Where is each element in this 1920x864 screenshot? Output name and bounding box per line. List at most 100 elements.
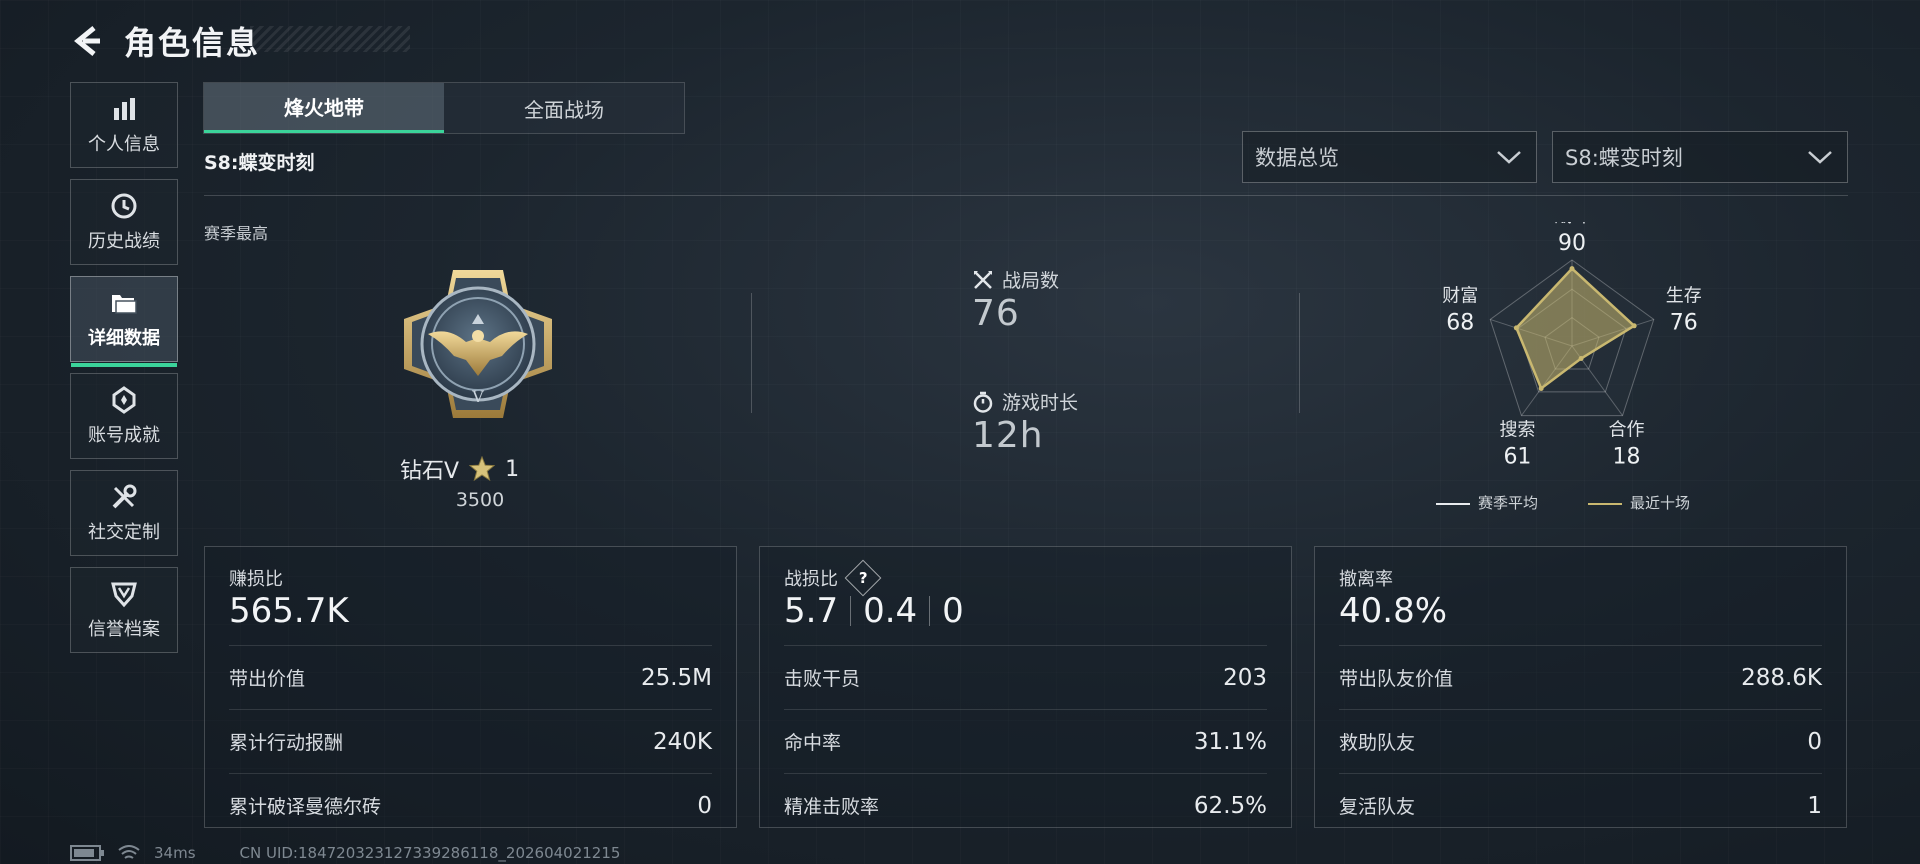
sidebar-item-achievements[interactable]: 账号成就 (70, 373, 178, 459)
row-label: 累计行动报酬 (229, 732, 344, 754)
sidebar-item-detailed-data[interactable]: 详细数据 (70, 276, 178, 367)
chevron-down-icon (1497, 151, 1521, 164)
view-select[interactable]: 数据总览 (1242, 131, 1537, 183)
sidebar-item-label: 信誉档案 (88, 619, 160, 640)
legend-label: 最近十场 (1630, 494, 1691, 512)
radar-point (1578, 356, 1584, 362)
tools-icon (109, 482, 139, 512)
divider (1299, 293, 1300, 413)
radar-axis-label: 合作 (1609, 420, 1645, 441)
card-rows: 带出价值 25.5M 累计行动报酬 240K 累计破译曼德尔砖 0 (229, 645, 712, 837)
card-title-text: 赚损比 (229, 569, 283, 590)
tab-warzone[interactable]: 烽火地带 (204, 83, 444, 133)
radar-point (1569, 266, 1575, 272)
radar-point (1513, 325, 1519, 331)
sidebar-item-label: 社交定制 (88, 522, 160, 543)
row-value: 62.5% (1193, 792, 1267, 819)
radar-axis-label: 搜索 (1499, 420, 1535, 441)
radar-axis-value: 90 (1558, 231, 1586, 256)
folder-icon (109, 288, 139, 318)
matches-value: 76 (972, 293, 1020, 334)
page-title: 角色信息 (124, 24, 261, 62)
rank-points: 3500 (455, 489, 505, 511)
playtime-label: 游戏时长 (1002, 392, 1079, 414)
season-select-value: S8:蝶变时刻 (1565, 146, 1683, 170)
card-rows: 击败干员 203 命中率 31.1% 精准击败率 62.5% (784, 645, 1267, 837)
radar-point (1631, 323, 1637, 329)
season-select[interactable]: S8:蝶变时刻 (1552, 131, 1848, 183)
card-main-value: 565.7K (229, 591, 349, 631)
radar-axis-value: 61 (1503, 445, 1531, 470)
row-value: 25.5M (640, 664, 712, 691)
extract-card: 撤离率 40.8% 带出队友价值 288.6K 救助队友 0 复活队友 1 (1314, 546, 1847, 828)
row-label: 击败干员 (784, 668, 861, 690)
radar-axis-label: 财富 (1442, 285, 1478, 306)
stopwatch-icon (973, 391, 993, 413)
legend-label: 赛季平均 (1478, 494, 1539, 512)
achievement-icon (109, 385, 139, 415)
sidebar-item-label: 个人信息 (88, 134, 160, 155)
divider (204, 195, 1848, 196)
kd-ratio-value: 0.4 (863, 591, 918, 631)
card-title: 赚损比 (229, 565, 283, 591)
radar-axis-value: 68 (1446, 310, 1474, 335)
back-button[interactable] (64, 18, 110, 64)
radar-svg: 战斗 90 生存 76 合作 18 搜索 61 财富 68 (1442, 206, 1702, 470)
legend-item-season-avg: 赛季平均 (1436, 492, 1538, 513)
card-row: 带出队友价值 288.6K (1339, 645, 1822, 709)
shield-icon (109, 579, 139, 609)
card-row: 击败干员 203 (784, 645, 1267, 709)
row-label: 命中率 (784, 732, 842, 754)
legend-item-last-ten: 最近十场 (1588, 492, 1690, 513)
rank-info: 钻石V 1 (400, 453, 570, 485)
sidebar-item-label: 账号成就 (88, 425, 160, 446)
matches-stat: 战局数 76 (972, 266, 1059, 334)
bar-chart-icon (109, 94, 139, 124)
row-label: 复活队友 (1339, 796, 1416, 818)
sidebar-item-personal-info[interactable]: 个人信息 (70, 82, 178, 168)
battery-icon (70, 845, 104, 861)
tab-full-battlefield[interactable]: 全面战场 (444, 83, 684, 133)
rank-medal-icon: V (398, 264, 558, 424)
back-arrow-icon (74, 26, 100, 56)
view-select-value: 数据总览 (1255, 146, 1339, 170)
card-row: 命中率 31.1% (784, 709, 1267, 773)
card-main-value: 40.8% (1339, 591, 1448, 631)
season-name: S8:蝶变时刻 (204, 152, 315, 174)
radar-axis-value: 18 (1613, 445, 1641, 470)
status-bar: 34ms CN UID:1847203231273392​86118_20260… (70, 844, 620, 862)
row-label: 救助队友 (1339, 732, 1416, 754)
card-row: 精准击败率 62.5% (784, 773, 1267, 837)
profit-card: 赚损比 565.7K 带出价值 25.5M 累计行动报酬 240K 累计破译曼德尔砖… (204, 546, 737, 828)
divider (751, 293, 752, 413)
row-value: 288.6K (1741, 664, 1822, 691)
sidebar-item-label: 历史战绩 (88, 231, 160, 252)
rank-name: 钻石V (400, 459, 460, 484)
card-title-text: 撤离率 (1339, 569, 1393, 590)
card-row: 累计行动报酬 240K (229, 709, 712, 773)
sidebar-item-label: 详细数据 (88, 328, 160, 349)
ping-value: 34ms (154, 844, 196, 862)
row-value: 31.1% (1193, 728, 1267, 755)
separator (929, 596, 931, 626)
sidebar-item-reputation[interactable]: 信誉档案 (70, 567, 178, 653)
radar-legend: 赛季平均 最近十场 (1436, 492, 1690, 513)
card-title: 战损比 ? (784, 559, 882, 597)
help-icon: ? (858, 568, 868, 587)
sidebar-item-social-custom[interactable]: 社交定制 (70, 470, 178, 556)
legend-line (1436, 502, 1470, 505)
uid-text: CN UID:1847203231273392​86118_2026040212… (239, 844, 621, 862)
season-best-label: 赛季最高 (204, 224, 269, 243)
legend-line (1588, 502, 1623, 505)
row-value: 1 (1807, 792, 1822, 819)
card-row: 带出价值 25.5M (229, 645, 712, 709)
row-label: 精准击败率 (784, 796, 880, 818)
card-row: 复活队友 1 (1339, 773, 1822, 837)
row-label: 累计破译曼德尔砖 (229, 796, 382, 818)
card-row: 救助队友 0 (1339, 709, 1822, 773)
radar-point (1538, 385, 1544, 391)
row-value: 203 (1223, 664, 1267, 691)
separator (850, 596, 852, 626)
playtime-value: 12h (972, 415, 1044, 456)
sidebar-item-history[interactable]: 历史战绩 (70, 179, 178, 265)
